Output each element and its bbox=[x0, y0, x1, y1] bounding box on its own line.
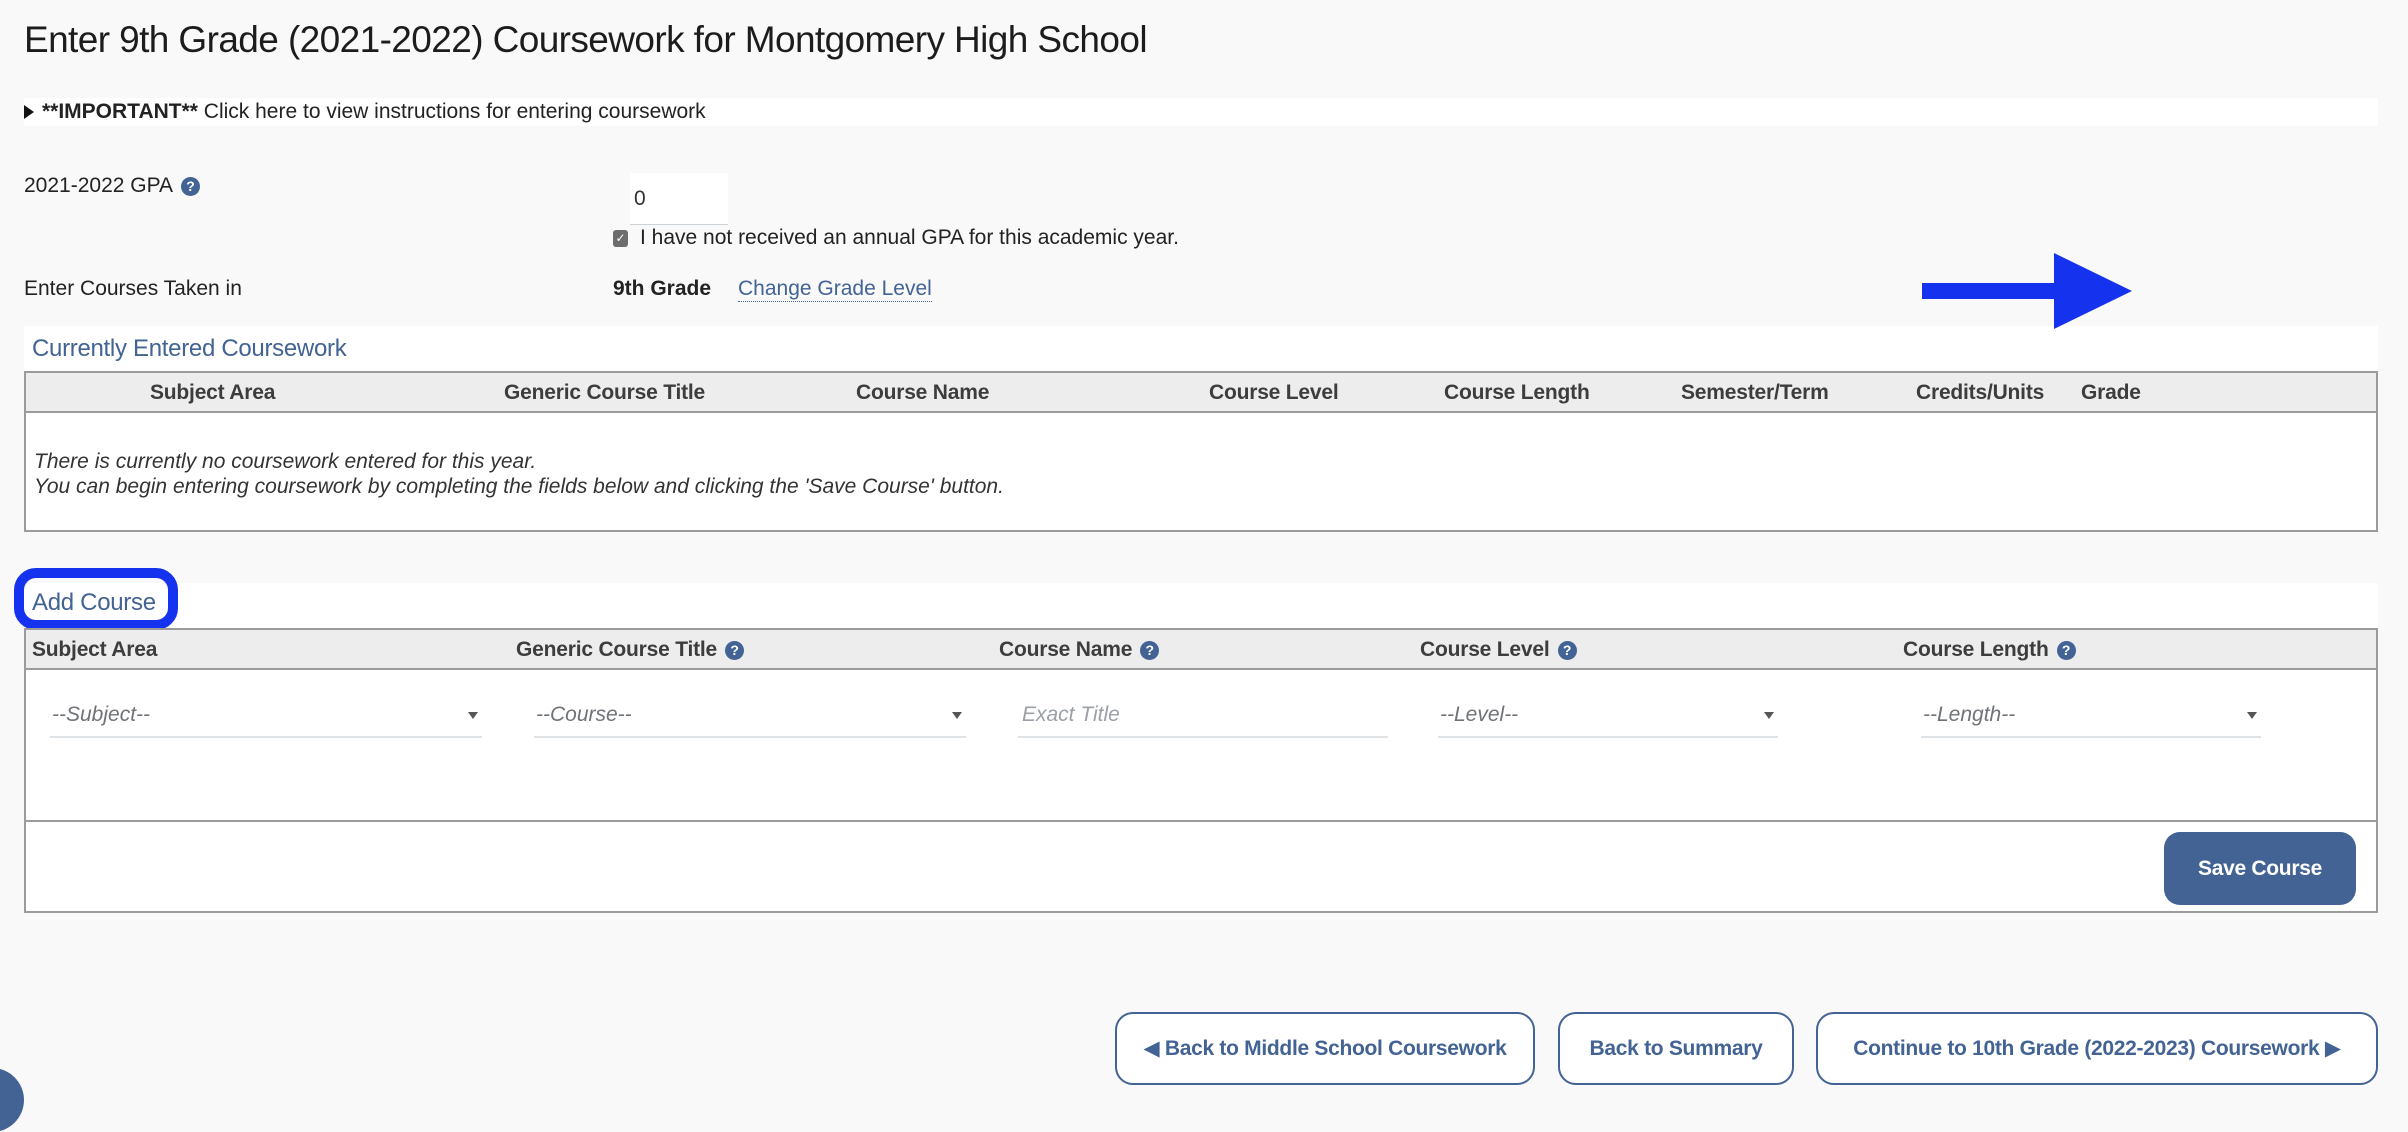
help-icon[interactable]: ? bbox=[1140, 641, 1160, 660]
column-header-text: Course Length bbox=[1903, 638, 2049, 661]
instructions-important: **IMPORTANT** bbox=[42, 100, 198, 123]
add-course-table: Subject Area Generic Course Title? Cours… bbox=[24, 628, 2378, 913]
column-header: Grade bbox=[2081, 381, 2141, 404]
continue-to-10th-grade-button[interactable]: Continue to 10th Grade (2022-2023) Cours… bbox=[1816, 1012, 2378, 1085]
chevron-down-icon bbox=[468, 712, 478, 719]
column-header-text: Course Name bbox=[999, 638, 1133, 661]
length-select[interactable]: --Length-- bbox=[1921, 694, 2261, 738]
course-select[interactable]: --Course-- bbox=[534, 694, 966, 738]
course-name-input[interactable] bbox=[1018, 694, 1388, 738]
current-coursework-section: Currently Entered Coursework Subject Are… bbox=[24, 326, 2378, 532]
help-icon[interactable]: ? bbox=[181, 177, 201, 196]
help-icon[interactable]: ? bbox=[1557, 641, 1577, 660]
column-header: Generic Course Title bbox=[504, 381, 706, 404]
disclosure-triangle-icon bbox=[24, 105, 34, 119]
chevron-down-icon bbox=[2247, 712, 2257, 719]
column-header: Course Level bbox=[1209, 381, 1339, 404]
annotation-arrow-icon bbox=[1922, 253, 2132, 329]
column-header: Course Length? bbox=[1903, 638, 2076, 662]
page-title: Enter 9th Grade (2021-2022) Coursework f… bbox=[24, 19, 1148, 60]
table-header: Subject Area Generic Course Title? Cours… bbox=[26, 630, 2376, 670]
column-header: Subject Area bbox=[150, 381, 276, 404]
column-header: Course Name bbox=[856, 381, 990, 404]
no-gpa-checkbox-label: I have not received an annual GPA for th… bbox=[640, 226, 1179, 249]
help-icon[interactable]: ? bbox=[2056, 641, 2076, 660]
change-grade-level-link[interactable]: Change Grade Level bbox=[738, 277, 932, 302]
column-header: Credits/Units bbox=[1916, 381, 2045, 404]
chevron-down-icon bbox=[952, 712, 962, 719]
level-select-value: --Level-- bbox=[1440, 703, 1519, 726]
empty-message-line: You can begin entering coursework by com… bbox=[34, 475, 1004, 498]
back-to-middle-school-button[interactable]: ◀ Back to Middle School Coursework bbox=[1115, 1012, 1535, 1085]
column-header: Course Level? bbox=[1420, 638, 1577, 662]
gpa-label: 2021-2022 GPA? bbox=[24, 174, 201, 198]
empty-message: There is currently no coursework entered… bbox=[34, 449, 1004, 499]
empty-message-line: There is currently no coursework entered… bbox=[34, 450, 537, 473]
column-header-text: Generic Course Title bbox=[516, 638, 718, 661]
chevron-down-icon bbox=[1764, 712, 1774, 719]
column-header-text: Course Level bbox=[1420, 638, 1550, 661]
column-header: Semester/Term bbox=[1681, 381, 1829, 404]
no-gpa-checkbox-row[interactable]: ✓ I have not received an annual GPA for … bbox=[613, 226, 1179, 250]
save-course-button[interactable]: Save Course bbox=[2164, 832, 2356, 905]
gpa-input[interactable] bbox=[630, 173, 728, 225]
course-select-value: --Course-- bbox=[536, 703, 632, 726]
column-header: Course Name? bbox=[999, 638, 1160, 662]
help-icon[interactable]: ? bbox=[725, 641, 745, 660]
instructions-text: Click here to view instructions for ente… bbox=[197, 100, 706, 123]
subject-select[interactable]: --Subject-- bbox=[50, 694, 482, 738]
help-chat-button[interactable] bbox=[0, 1068, 24, 1132]
instructions-toggle[interactable]: **IMPORTANT** Click here to view instruc… bbox=[24, 98, 2378, 126]
table-header: Subject Area Generic Course Title Course… bbox=[26, 373, 2376, 413]
add-course-row: --Subject-- --Course-- --Level-- --Lengt… bbox=[26, 670, 2376, 822]
level-select[interactable]: --Level-- bbox=[1438, 694, 1778, 738]
grade-level-label: Enter Courses Taken in bbox=[24, 277, 242, 300]
current-coursework-table: Subject Area Generic Course Title Course… bbox=[24, 371, 2378, 532]
length-select-value: --Length-- bbox=[1923, 703, 2016, 726]
column-header: Course Length bbox=[1444, 381, 1590, 404]
gpa-label-text: 2021-2022 GPA bbox=[24, 174, 174, 197]
column-header: Subject Area bbox=[32, 638, 158, 661]
back-to-summary-button[interactable]: Back to Summary bbox=[1558, 1012, 1794, 1085]
grade-level-value: 9th Grade bbox=[613, 277, 712, 300]
subject-select-value: --Subject-- bbox=[52, 703, 151, 726]
no-gpa-checkbox[interactable]: ✓ bbox=[613, 229, 628, 247]
column-header: Generic Course Title? bbox=[516, 638, 745, 662]
current-coursework-title: Currently Entered Coursework bbox=[32, 335, 347, 362]
add-course-section: Add Course Subject Area Generic Course T… bbox=[14, 568, 2378, 913]
add-course-title: Add Course bbox=[32, 589, 156, 616]
